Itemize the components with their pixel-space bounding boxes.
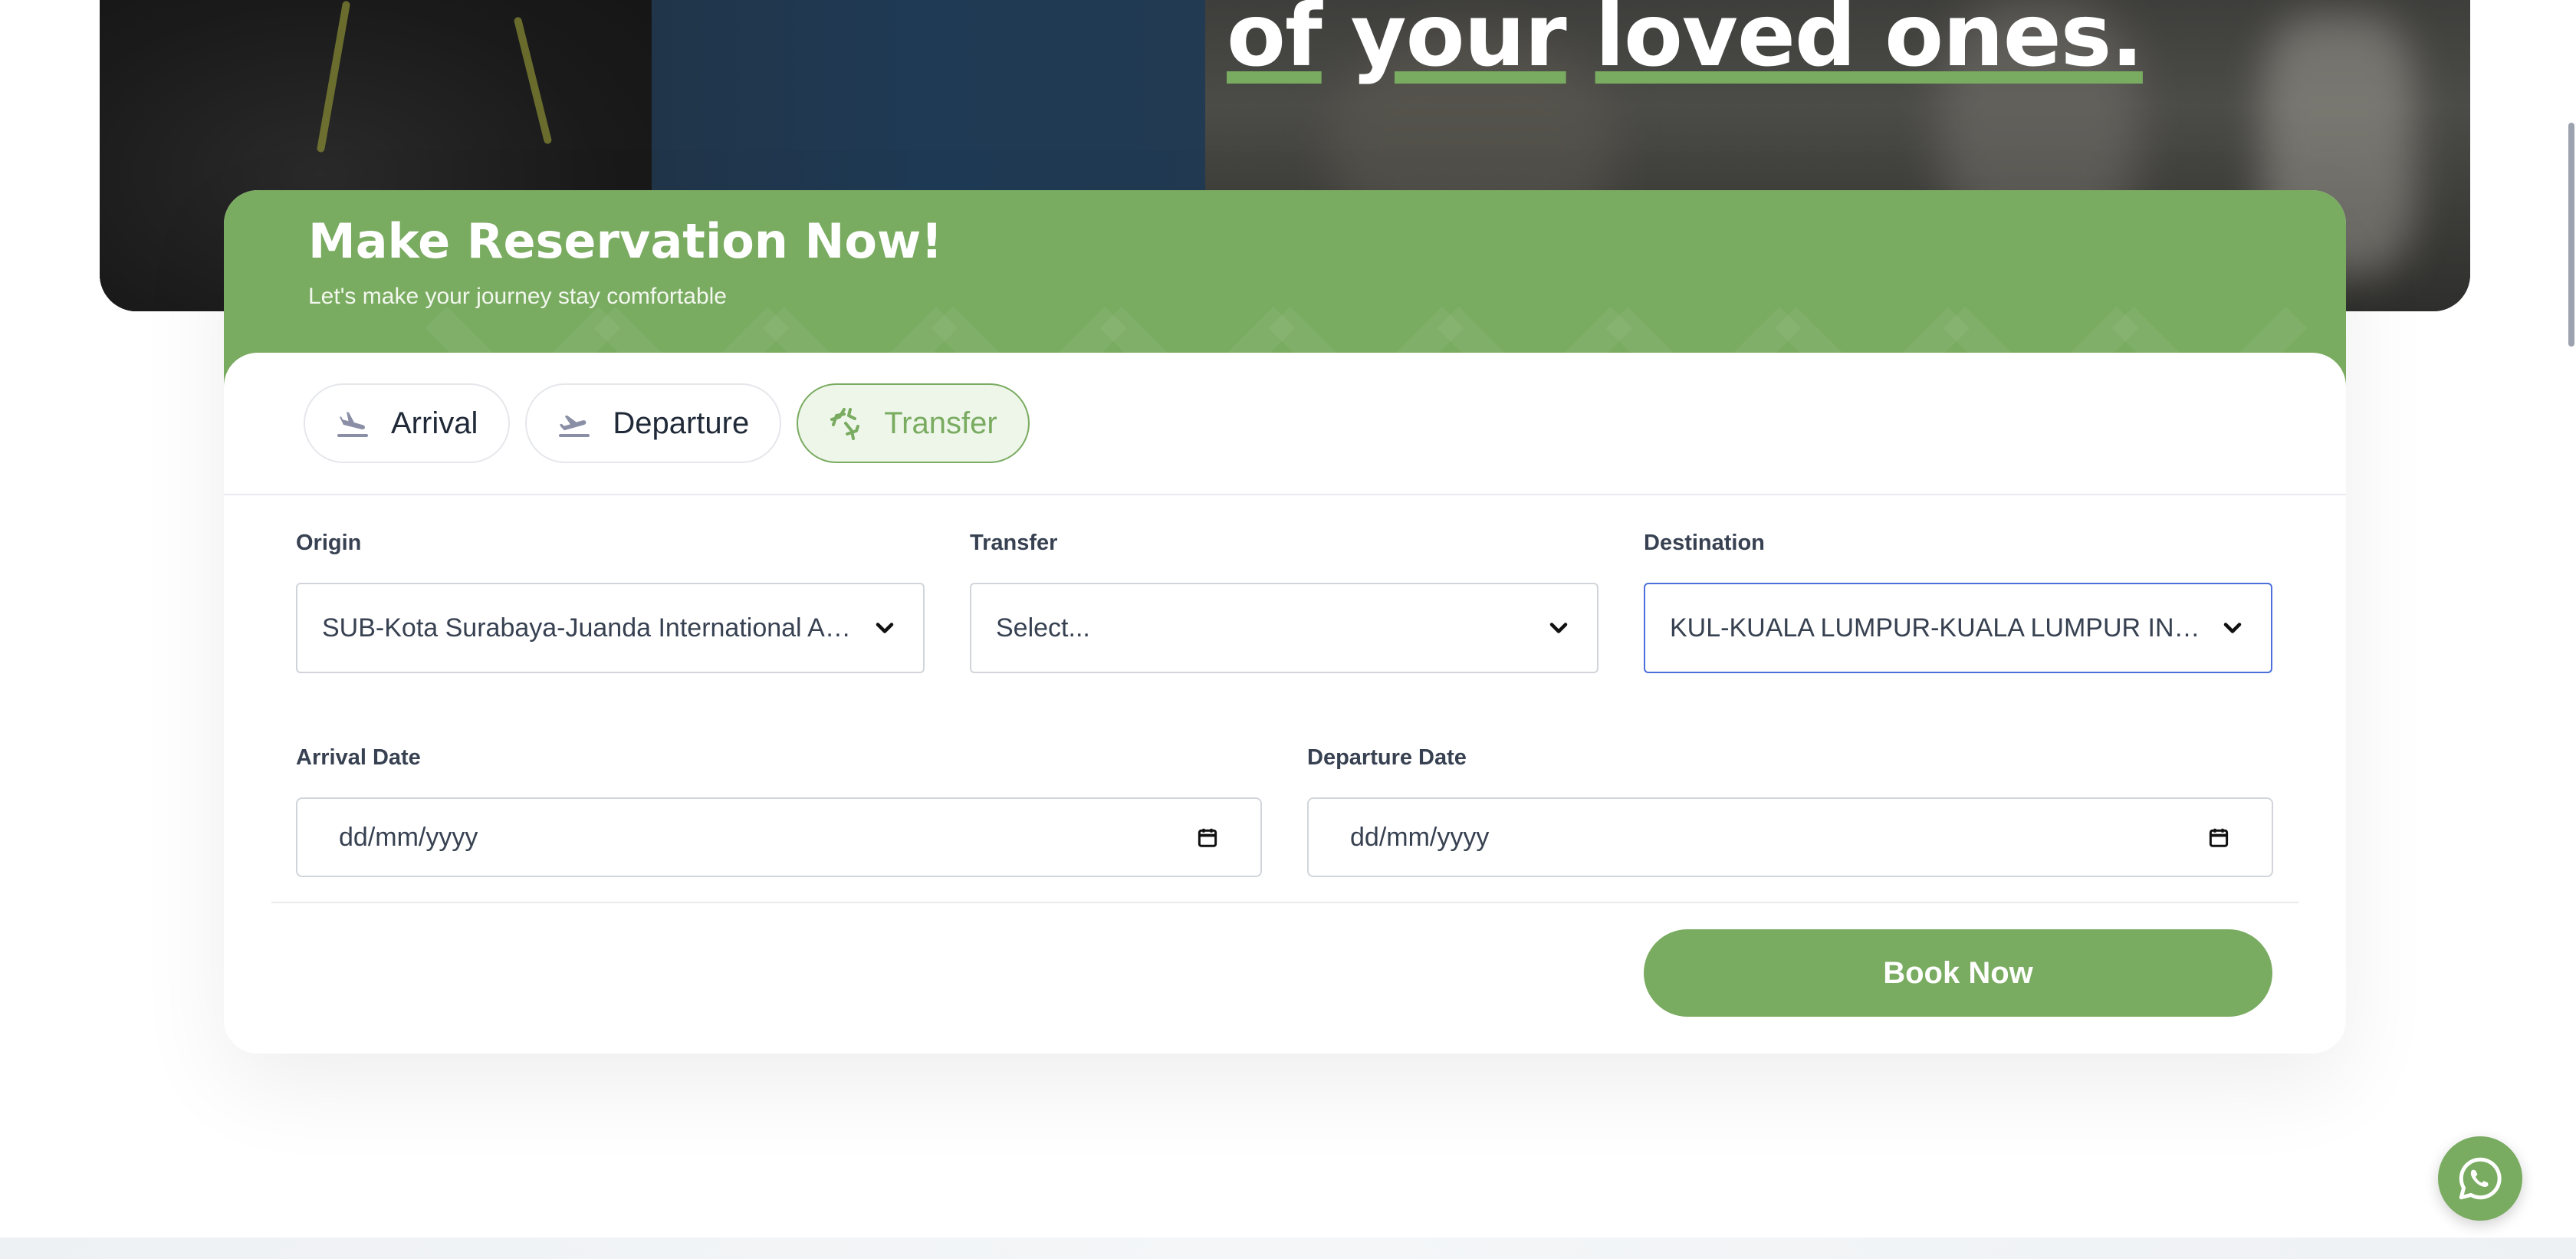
chevron-down-icon bbox=[1549, 623, 1568, 633]
calendar-icon[interactable] bbox=[2207, 826, 2230, 849]
hero-heading-mid: your bbox=[1350, 0, 1567, 86]
chevron-down-icon bbox=[2223, 623, 2242, 633]
trip-type-tabs: Arrival Departure Transfer bbox=[304, 383, 1030, 463]
reservation-subtitle: Let's make your journey stay comfortable bbox=[308, 284, 727, 309]
departure-date-placeholder: dd/mm/yyyy bbox=[1350, 822, 1490, 852]
transfer-label: Transfer bbox=[970, 531, 1058, 555]
transfer-value: Select... bbox=[996, 613, 1090, 643]
tab-arrival[interactable]: Arrival bbox=[304, 383, 511, 463]
reservation-card: Make Reservation Now! Let's make your jo… bbox=[224, 190, 2346, 1054]
departure-date-input[interactable]: dd/mm/yyyy bbox=[1307, 797, 2273, 877]
arrival-date-input[interactable]: dd/mm/yyyy bbox=[296, 797, 1262, 877]
tab-transfer-label: Transfer bbox=[884, 406, 997, 440]
plane-takeoff-icon bbox=[559, 415, 590, 437]
arrival-date-placeholder: dd/mm/yyyy bbox=[339, 822, 478, 852]
page: of your loved ones. Make Reservation Now… bbox=[0, 0, 2576, 1259]
transfer-select[interactable]: Select... bbox=[970, 583, 1598, 673]
hero-heading-end: loved ones. bbox=[1595, 0, 2144, 86]
tab-transfer[interactable]: Transfer bbox=[797, 383, 1030, 463]
destination-value: KUL-KUALA LUMPUR-KUALA LUMPUR INTERNATIO… bbox=[1670, 613, 2203, 643]
whatsapp-icon bbox=[2459, 1157, 2502, 1200]
next-section-edge bbox=[0, 1238, 2576, 1259]
departure-date-label: Departure Date bbox=[1307, 745, 1467, 770]
destination-select[interactable]: KUL-KUALA LUMPUR-KUALA LUMPUR INTERNATIO… bbox=[1644, 583, 2272, 673]
hero-heading: of your loved ones. bbox=[1227, 0, 2144, 86]
origin-label: Origin bbox=[296, 531, 362, 555]
tabs-divider bbox=[224, 494, 2346, 495]
reservation-title: Make Reservation Now! bbox=[308, 213, 943, 269]
plane-landing-icon bbox=[337, 412, 368, 437]
tab-departure[interactable]: Departure bbox=[525, 383, 782, 463]
arrival-date-label: Arrival Date bbox=[296, 745, 421, 770]
origin-select[interactable]: SUB-Kota Surabaya-Juanda International A… bbox=[296, 583, 925, 673]
book-now-button[interactable]: Book Now bbox=[1644, 929, 2272, 1017]
plane-transfer-icon bbox=[830, 408, 860, 440]
chevron-down-icon bbox=[876, 623, 894, 633]
fields-divider bbox=[271, 902, 2298, 903]
hero-heading-prefix: of bbox=[1227, 0, 1322, 86]
origin-value: SUB-Kota Surabaya-Juanda International A… bbox=[322, 613, 856, 643]
tab-arrival-label: Arrival bbox=[391, 406, 478, 440]
page-scrollbar[interactable] bbox=[2568, 123, 2574, 347]
tab-departure-label: Departure bbox=[613, 406, 750, 440]
destination-label: Destination bbox=[1644, 531, 1765, 555]
calendar-icon[interactable] bbox=[1196, 826, 1219, 849]
whatsapp-chat-button[interactable] bbox=[2438, 1136, 2522, 1221]
